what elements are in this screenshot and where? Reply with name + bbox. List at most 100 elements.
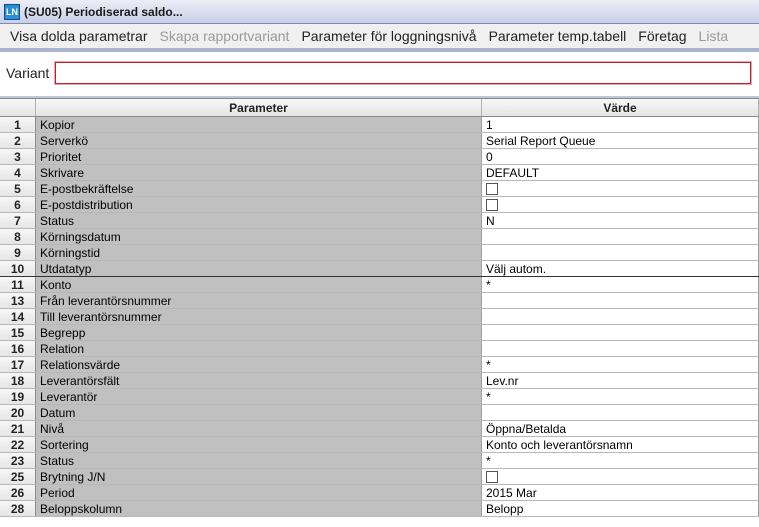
- table-row: 22SorteringKonto och leverantörsnamn: [0, 437, 759, 453]
- app-icon: LN: [4, 4, 20, 20]
- param-cell: Från leverantörsnummer: [36, 293, 482, 308]
- param-cell: Relationsvärde: [36, 357, 482, 372]
- title-bar: LN (SU05) Periodiserad saldo...: [0, 0, 759, 24]
- row-number: 18: [0, 373, 36, 388]
- row-number: 20: [0, 405, 36, 420]
- table-row: 16Relation: [0, 341, 759, 357]
- value-cell[interactable]: 1: [482, 117, 759, 132]
- row-number: 4: [0, 165, 36, 180]
- param-cell: Körningstid: [36, 245, 482, 260]
- row-number: 1: [0, 117, 36, 132]
- table-row: 17Relationsvärde*: [0, 357, 759, 373]
- header-parameter: Parameter: [36, 99, 482, 116]
- row-number: 9: [0, 245, 36, 260]
- toolbar-item[interactable]: Parameter för loggningsnivå: [297, 26, 480, 46]
- row-number: 8: [0, 229, 36, 244]
- value-cell[interactable]: [482, 469, 759, 484]
- param-cell: Körningsdatum: [36, 229, 482, 244]
- table-row: 25Brytning J/N: [0, 469, 759, 485]
- row-number: 16: [0, 341, 36, 356]
- value-cell[interactable]: Lev.nr: [482, 373, 759, 388]
- header-value: Värde: [482, 99, 759, 116]
- value-cell[interactable]: N: [482, 213, 759, 228]
- table-row: 20Datum: [0, 405, 759, 421]
- value-cell[interactable]: Konto och leverantörsnamn: [482, 437, 759, 452]
- param-cell: Relation: [36, 341, 482, 356]
- table-row: 4SkrivareDEFAULT: [0, 165, 759, 181]
- value-cell[interactable]: [482, 325, 759, 340]
- checkbox[interactable]: [486, 199, 498, 211]
- row-number: 6: [0, 197, 36, 212]
- toolbar-item: Lista: [695, 26, 729, 46]
- table-row: 28BeloppskolumnBelopp: [0, 501, 759, 517]
- variant-label: Variant: [6, 65, 49, 81]
- value-cell[interactable]: 2015 Mar: [482, 485, 759, 500]
- checkbox[interactable]: [486, 471, 498, 483]
- row-number: 10: [0, 261, 36, 276]
- window-title: (SU05) Periodiserad saldo...: [24, 5, 183, 19]
- value-cell[interactable]: [482, 229, 759, 244]
- row-number: 25: [0, 469, 36, 484]
- row-number: 26: [0, 485, 36, 500]
- value-cell[interactable]: *: [482, 389, 759, 404]
- table-row: 5E-postbekräftelse: [0, 181, 759, 197]
- row-number: 15: [0, 325, 36, 340]
- table-row: 3Prioritet0: [0, 149, 759, 165]
- row-number: 3: [0, 149, 36, 164]
- param-cell: Status: [36, 213, 482, 228]
- table-row: 10UtdatatypVälj autom.: [0, 261, 759, 277]
- param-cell: Serverkö: [36, 133, 482, 148]
- table-row: 1Kopior1: [0, 117, 759, 133]
- value-cell[interactable]: *: [482, 277, 759, 292]
- param-cell: Leverantör: [36, 389, 482, 404]
- param-cell: Nivå: [36, 421, 482, 436]
- param-cell: E-postbekräftelse: [36, 181, 482, 196]
- param-cell: Sortering: [36, 437, 482, 452]
- row-number: 2: [0, 133, 36, 148]
- value-cell[interactable]: [482, 197, 759, 212]
- param-cell: Kopior: [36, 117, 482, 132]
- value-cell[interactable]: [482, 293, 759, 308]
- toolbar: Visa dolda parametrarSkapa rapportvarian…: [0, 24, 759, 52]
- value-cell[interactable]: Öppna/Betalda: [482, 421, 759, 436]
- grid-header: Parameter Värde: [0, 99, 759, 117]
- toolbar-item[interactable]: Parameter temp.tabell: [485, 26, 631, 46]
- param-cell: Utdatatyp: [36, 261, 482, 276]
- value-cell[interactable]: 0: [482, 149, 759, 164]
- row-number: 21: [0, 421, 36, 436]
- value-cell[interactable]: Serial Report Queue: [482, 133, 759, 148]
- toolbar-item[interactable]: Visa dolda parametrar: [6, 26, 151, 46]
- row-number: 11: [0, 277, 36, 292]
- row-number: 7: [0, 213, 36, 228]
- param-cell: Begrepp: [36, 325, 482, 340]
- value-cell[interactable]: DEFAULT: [482, 165, 759, 180]
- table-row: 19Leverantör*: [0, 389, 759, 405]
- grid-body: 1Kopior12ServerköSerial Report Queue3Pri…: [0, 117, 759, 517]
- row-number: 28: [0, 501, 36, 516]
- table-row: 11Konto*: [0, 277, 759, 293]
- value-cell[interactable]: *: [482, 357, 759, 372]
- param-cell: Prioritet: [36, 149, 482, 164]
- param-cell: Till leverantörsnummer: [36, 309, 482, 324]
- toolbar-item[interactable]: Företag: [634, 26, 690, 46]
- row-number: 22: [0, 437, 36, 452]
- value-cell[interactable]: *: [482, 453, 759, 468]
- value-cell[interactable]: [482, 405, 759, 420]
- value-cell[interactable]: [482, 245, 759, 260]
- value-cell[interactable]: [482, 181, 759, 196]
- table-row: 15Begrepp: [0, 325, 759, 341]
- param-cell: Leverantörsfält: [36, 373, 482, 388]
- variant-input[interactable]: [55, 62, 751, 84]
- table-row: 23Status*: [0, 453, 759, 469]
- row-number: 14: [0, 309, 36, 324]
- value-cell[interactable]: Belopp: [482, 501, 759, 516]
- row-number: 19: [0, 389, 36, 404]
- checkbox[interactable]: [486, 183, 498, 195]
- value-cell[interactable]: [482, 341, 759, 356]
- header-rownum: [0, 99, 36, 116]
- row-number: 17: [0, 357, 36, 372]
- table-row: 13Från leverantörsnummer: [0, 293, 759, 309]
- param-cell: E-postdistribution: [36, 197, 482, 212]
- value-cell[interactable]: [482, 309, 759, 324]
- value-cell[interactable]: Välj autom.: [482, 261, 759, 276]
